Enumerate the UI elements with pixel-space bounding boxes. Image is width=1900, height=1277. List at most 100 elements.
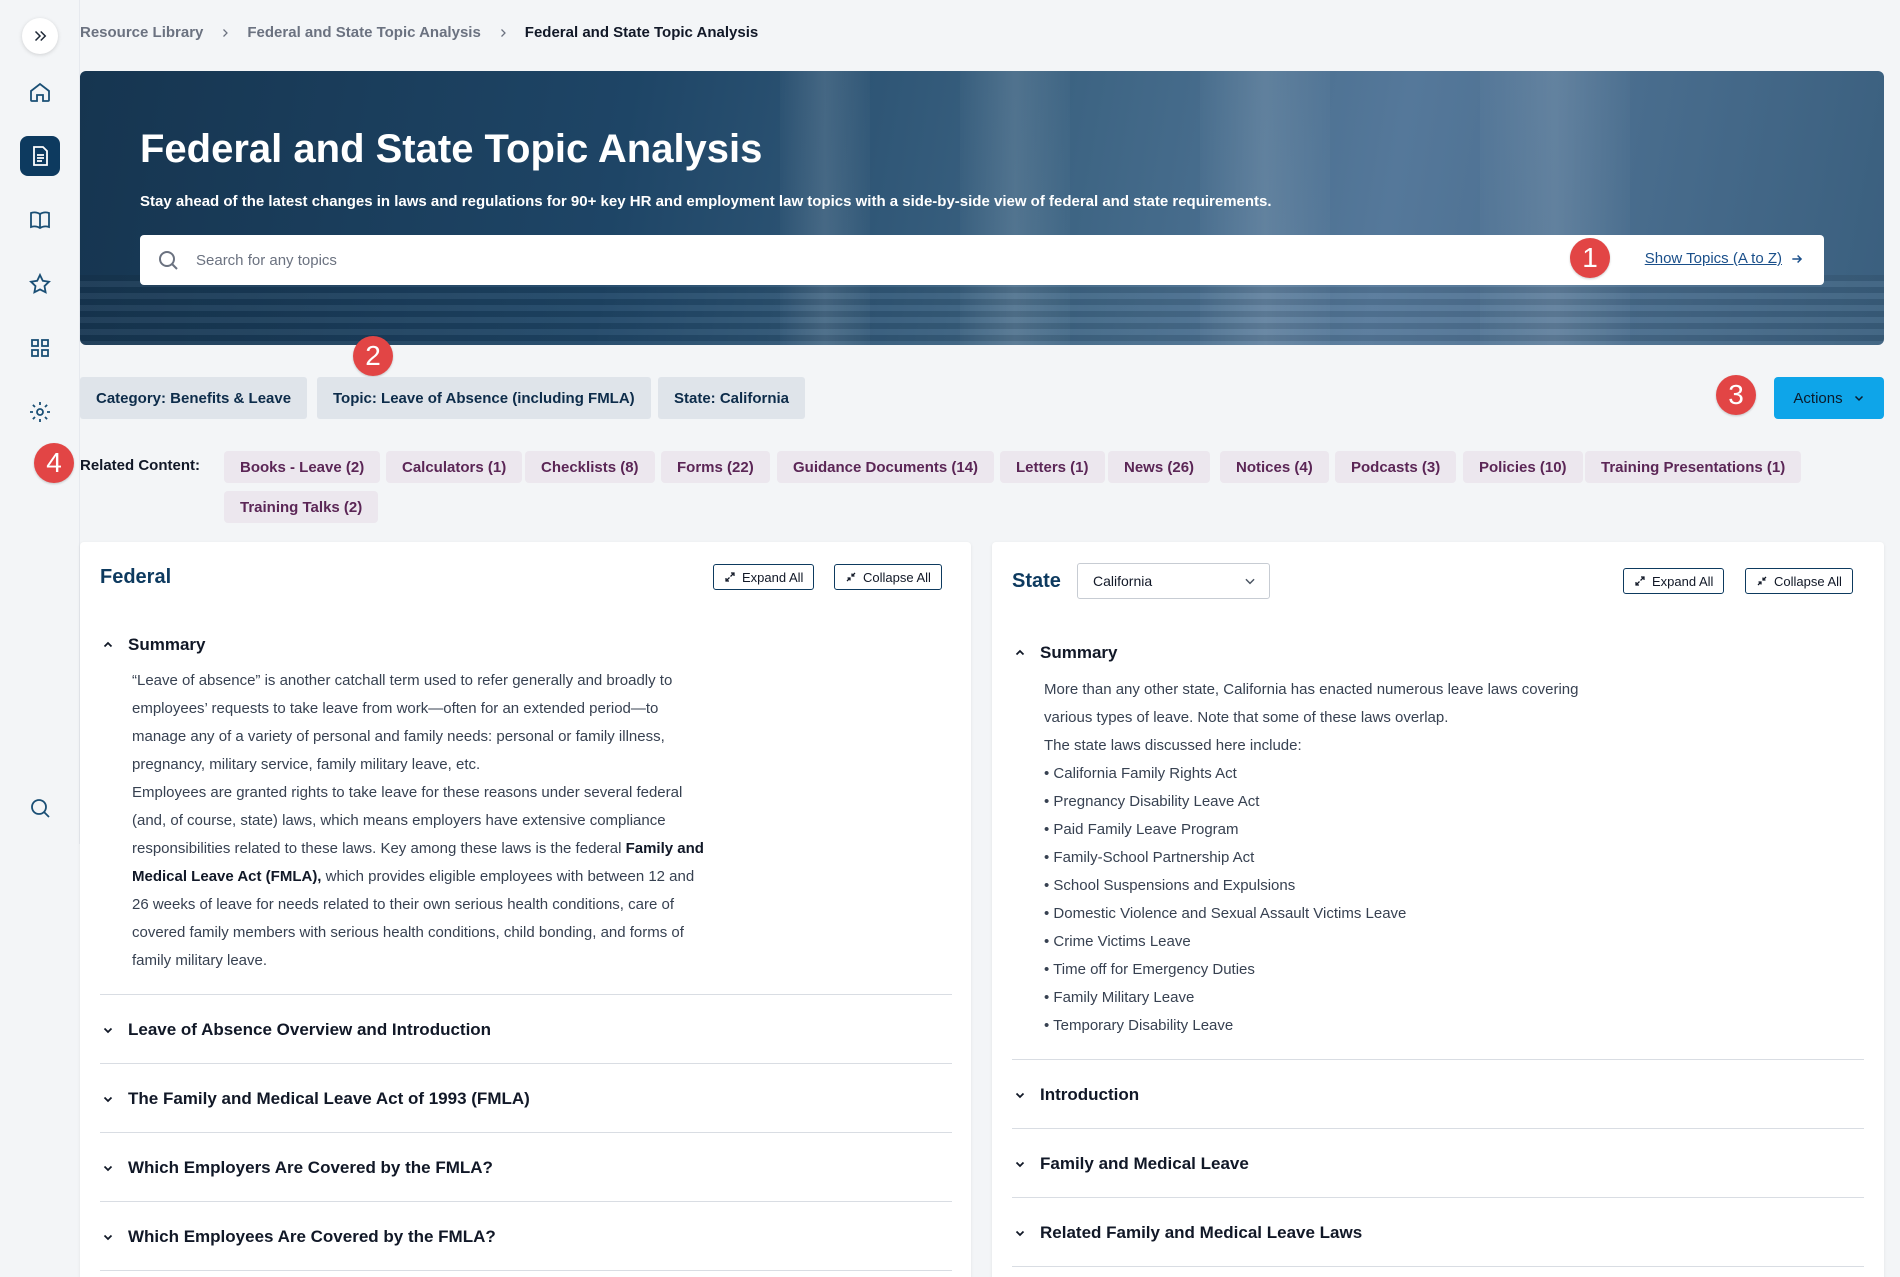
star-icon bbox=[29, 272, 51, 294]
state-section-header[interactable]: Introduction bbox=[1014, 1085, 1139, 1105]
summary-list-item: • Pregnancy Disability Leave Act bbox=[1044, 793, 1260, 810]
filter-chip-state[interactable]: State: California bbox=[658, 377, 806, 419]
federal-summary-label: Summary bbox=[128, 635, 206, 654]
section-divider bbox=[100, 1270, 952, 1271]
state-select-value: California bbox=[1093, 573, 1153, 589]
summary-line: 26 weeks of leave for needs related to t… bbox=[132, 896, 674, 913]
related-tag[interactable]: News (26) bbox=[1108, 451, 1211, 483]
federal-panel-title: Federal bbox=[100, 566, 172, 588]
gear-icon bbox=[30, 402, 50, 422]
section-divider bbox=[100, 1132, 952, 1133]
chevron-down-icon bbox=[1243, 574, 1257, 591]
federal-section-header[interactable]: Which Employees Are Covered by the FMLA? bbox=[102, 1227, 496, 1247]
section-divider bbox=[100, 1201, 952, 1202]
chevron-down-icon bbox=[103, 1165, 113, 1172]
summary-text: which provides eligible employees with b… bbox=[321, 868, 695, 885]
chevron-down-icon bbox=[103, 1027, 113, 1034]
show-topics-link[interactable]: Show Topics (A to Z) bbox=[1645, 250, 1804, 267]
state-expand-all-button[interactable]: Expand All bbox=[1623, 568, 1725, 594]
summary-list-item: • Paid Family Leave Program bbox=[1044, 821, 1239, 838]
summary-line: “Leave of absence” is another catchall t… bbox=[132, 672, 673, 689]
federal-section-header[interactable]: Which Employers Are Covered by the FMLA? bbox=[102, 1158, 493, 1178]
related-tag[interactable]: Calculators (1) bbox=[386, 451, 523, 483]
sidebar-item-search[interactable] bbox=[20, 788, 60, 828]
callout-badge: 2 bbox=[353, 336, 393, 376]
chevron-up-icon bbox=[103, 641, 113, 648]
state-select[interactable]: California bbox=[1077, 563, 1270, 599]
related-tag[interactable]: Forms (22) bbox=[661, 451, 770, 483]
related-tag[interactable]: Policies (10) bbox=[1463, 451, 1583, 483]
related-tag[interactable]: Guidance Documents (14) bbox=[777, 451, 995, 483]
collapse-icon bbox=[1757, 576, 1767, 586]
federal-section-header[interactable]: The Family and Medical Leave Act of 1993… bbox=[102, 1089, 530, 1109]
summary-line: employees’ requests to take leave from w… bbox=[132, 700, 659, 717]
state-section-header[interactable]: Family and Medical Leave bbox=[1014, 1154, 1249, 1174]
related-tag[interactable]: Training Presentations (1) bbox=[1585, 451, 1802, 483]
search-placeholder: Search for any topics bbox=[196, 251, 337, 269]
steps-decoration bbox=[80, 275, 1884, 345]
summary-line: pregnancy, military service, family mili… bbox=[132, 756, 481, 773]
chevron-down-icon bbox=[1854, 395, 1863, 402]
summary-line: family military leave. bbox=[132, 952, 268, 969]
section-divider bbox=[1012, 1197, 1864, 1198]
breadcrumb-resource-library[interactable]: Resource Library bbox=[80, 24, 203, 41]
sidebar-toggle-button[interactable] bbox=[22, 18, 58, 54]
sidebar-item-documents[interactable] bbox=[20, 136, 60, 176]
summary-line: various types of leave. Note that some o… bbox=[1044, 709, 1449, 726]
chevron-up-icon bbox=[1015, 649, 1025, 656]
state-panel-title: State bbox=[1012, 570, 1061, 592]
expand-all-label: Expand All bbox=[742, 569, 804, 585]
summary-list-item: • Time off for Emergency Duties bbox=[1044, 961, 1255, 978]
summary-line: More than any other state, California ha… bbox=[1044, 681, 1579, 698]
related-tag[interactable]: Checklists (8) bbox=[525, 451, 655, 483]
summary-line: Employees are granted rights to take lea… bbox=[132, 784, 683, 801]
breadcrumb-topic-analysis[interactable]: Federal and State Topic Analysis bbox=[247, 24, 480, 41]
callout-badge: 1 bbox=[1570, 238, 1610, 278]
federal-expand-all-button[interactable]: Expand All bbox=[713, 564, 815, 590]
federal-summary-header[interactable]: Summary bbox=[102, 635, 205, 655]
state-summary-label: Summary bbox=[1040, 643, 1118, 662]
filter-chip-topic[interactable]: Topic: Leave of Absence (including FMLA) bbox=[317, 377, 651, 419]
chevron-down-icon bbox=[103, 1234, 113, 1241]
summary-line: The state laws discussed here include: bbox=[1044, 737, 1302, 754]
state-collapse-all-button[interactable]: Collapse All bbox=[1745, 568, 1853, 594]
state-summary-header[interactable]: Summary bbox=[1014, 643, 1117, 663]
federal-collapse-all-button[interactable]: Collapse All bbox=[834, 564, 942, 590]
sidebar-item-apps[interactable] bbox=[20, 328, 60, 368]
actions-button[interactable]: Actions bbox=[1774, 377, 1884, 419]
state-panel: State California Expand All Collapse All… bbox=[992, 542, 1884, 1277]
sidebar-item-books[interactable] bbox=[20, 200, 60, 240]
section-label: The Family and Medical Leave Act of 1993… bbox=[128, 1089, 530, 1108]
expand-icon bbox=[725, 572, 735, 582]
summary-line: responsibilities related to these laws. … bbox=[132, 835, 852, 863]
summary-list-item: • Temporary Disability Leave bbox=[1044, 1017, 1234, 1034]
arrow-right-icon bbox=[1792, 254, 1803, 263]
search-icon bbox=[31, 799, 50, 818]
sidebar-item-settings[interactable] bbox=[20, 392, 60, 432]
state-section-header[interactable]: Related Family and Medical Leave Laws bbox=[1014, 1223, 1362, 1243]
section-divider bbox=[1012, 1266, 1864, 1267]
sidebar-item-favorites[interactable] bbox=[20, 264, 60, 304]
related-tag[interactable]: Books - Leave (2) bbox=[224, 451, 381, 483]
chevron-down-icon bbox=[1015, 1161, 1025, 1168]
summary-list-item: • California Family Rights Act bbox=[1044, 765, 1237, 782]
related-tag[interactable]: Notices (4) bbox=[1220, 451, 1329, 483]
section-label: Introduction bbox=[1040, 1085, 1140, 1104]
filter-chip-category[interactable]: Category: Benefits & Leave bbox=[80, 377, 308, 419]
related-tag[interactable]: Training Talks (2) bbox=[224, 491, 379, 523]
section-label: Leave of Absence Overview and Introducti… bbox=[128, 1020, 492, 1039]
sidebar-item-home[interactable] bbox=[20, 72, 60, 112]
chevron-right-icon bbox=[497, 27, 509, 39]
summary-list-item: • Crime Victims Leave bbox=[1044, 933, 1191, 950]
summary-text: responsibilities related to these laws. … bbox=[132, 840, 626, 857]
home-icon bbox=[30, 82, 50, 102]
related-tag[interactable]: Podcasts (3) bbox=[1335, 451, 1457, 483]
related-tag[interactable]: Letters (1) bbox=[1000, 451, 1105, 483]
callout-badge: 3 bbox=[1716, 375, 1756, 415]
summary-list-item: • School Suspensions and Expulsions bbox=[1044, 877, 1296, 894]
related-content-label: Related Content: bbox=[80, 457, 200, 474]
summary-line: covered family members with serious heal… bbox=[132, 924, 684, 941]
federal-section-header[interactable]: Leave of Absence Overview and Introducti… bbox=[102, 1020, 491, 1040]
page-title: Federal and State Topic Analysis bbox=[140, 127, 763, 171]
state-summary-text: More than any other state, California ha… bbox=[1044, 676, 1764, 1040]
